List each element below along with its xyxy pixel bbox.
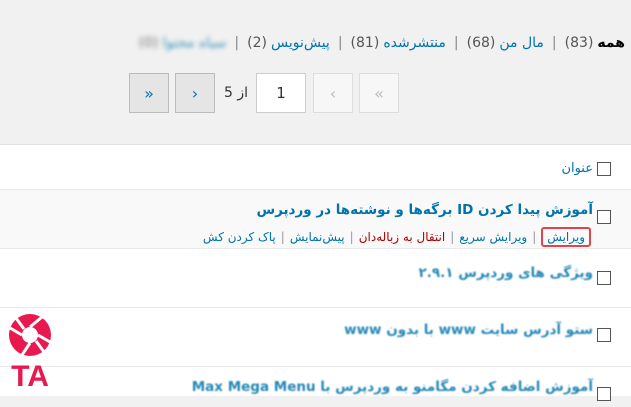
post-title-link[interactable]: ستو آدرس سایت www با بدون www <box>344 322 593 338</box>
row-checkbox[interactable] <box>597 210 611 224</box>
filter-mine[interactable]: مال من(68) <box>467 35 544 51</box>
table-row: آموزش اضافه کردن مگامنو به وردپرس با Max… <box>0 367 631 407</box>
aperture-icon: TA <box>9 314 51 393</box>
table-row: ستو آدرس سایت www با بدون www <box>0 308 631 367</box>
quick-edit-link[interactable]: ویرایش سریع <box>459 230 527 244</box>
filter-separator: | <box>337 35 343 51</box>
column-title-header[interactable]: عنوان <box>561 161 593 176</box>
filter-published[interactable]: منتشرشده(81) <box>351 35 446 51</box>
filter-drafts[interactable]: پیش‌نویس(2) <box>247 35 330 51</box>
filter-blurred[interactable]: سیاه محتوا(0) <box>139 35 227 51</box>
table-header-row: عنوان <box>0 145 631 190</box>
prev-page-button: ‹ <box>313 73 353 113</box>
filter-separator: | <box>453 35 459 51</box>
edit-link[interactable]: ویرایش <box>541 227 591 247</box>
row-actions: ویرایش | ویرایش سریع | انتقال به زباله‌د… <box>203 227 591 247</box>
select-all-checkbox[interactable] <box>597 162 611 176</box>
filter-separator: | <box>551 35 557 51</box>
row-checkbox[interactable] <box>597 271 611 285</box>
first-page-button: « <box>359 73 399 113</box>
row-checkbox[interactable] <box>597 328 611 342</box>
filter-separator: | <box>234 35 240 51</box>
post-title-link[interactable]: آموزش پیدا کردن ID برگه‌ها و نوشته‌ها در… <box>256 202 593 218</box>
last-page-button[interactable]: » <box>129 73 169 113</box>
preview-link[interactable]: پیش‌نمایش <box>290 230 345 244</box>
page-count-label: از 5 <box>223 85 249 101</box>
posts-table: عنوان آموزش پیدا کردن ID برگه‌ها و نوشته… <box>0 144 631 401</box>
status-filter-links: همه(83) | مال من(68) | منتشرشده(81) | پی… <box>139 30 625 56</box>
row-checkbox[interactable] <box>597 387 611 401</box>
next-page-button[interactable]: › <box>175 73 215 113</box>
purge-cache-link[interactable]: پاک کردن کش <box>203 230 276 244</box>
watermark-logo: TA <box>6 312 56 393</box>
filter-all[interactable]: همه(83) <box>565 35 625 51</box>
pagination: » › از 5 1 ‹ « <box>129 73 399 115</box>
post-title-link[interactable]: ویژگی های وردپرس ۲.۹.۱ <box>419 265 593 281</box>
trash-link[interactable]: انتقال به زباله‌دان <box>359 230 446 244</box>
table-row: ویژگی های وردپرس ۲.۹.۱ <box>0 249 631 308</box>
current-page-input[interactable]: 1 <box>256 73 306 113</box>
logo-text: TA <box>11 360 49 392</box>
post-title-link[interactable]: آموزش اضافه کردن مگامنو به وردپرس با Max… <box>192 379 593 395</box>
